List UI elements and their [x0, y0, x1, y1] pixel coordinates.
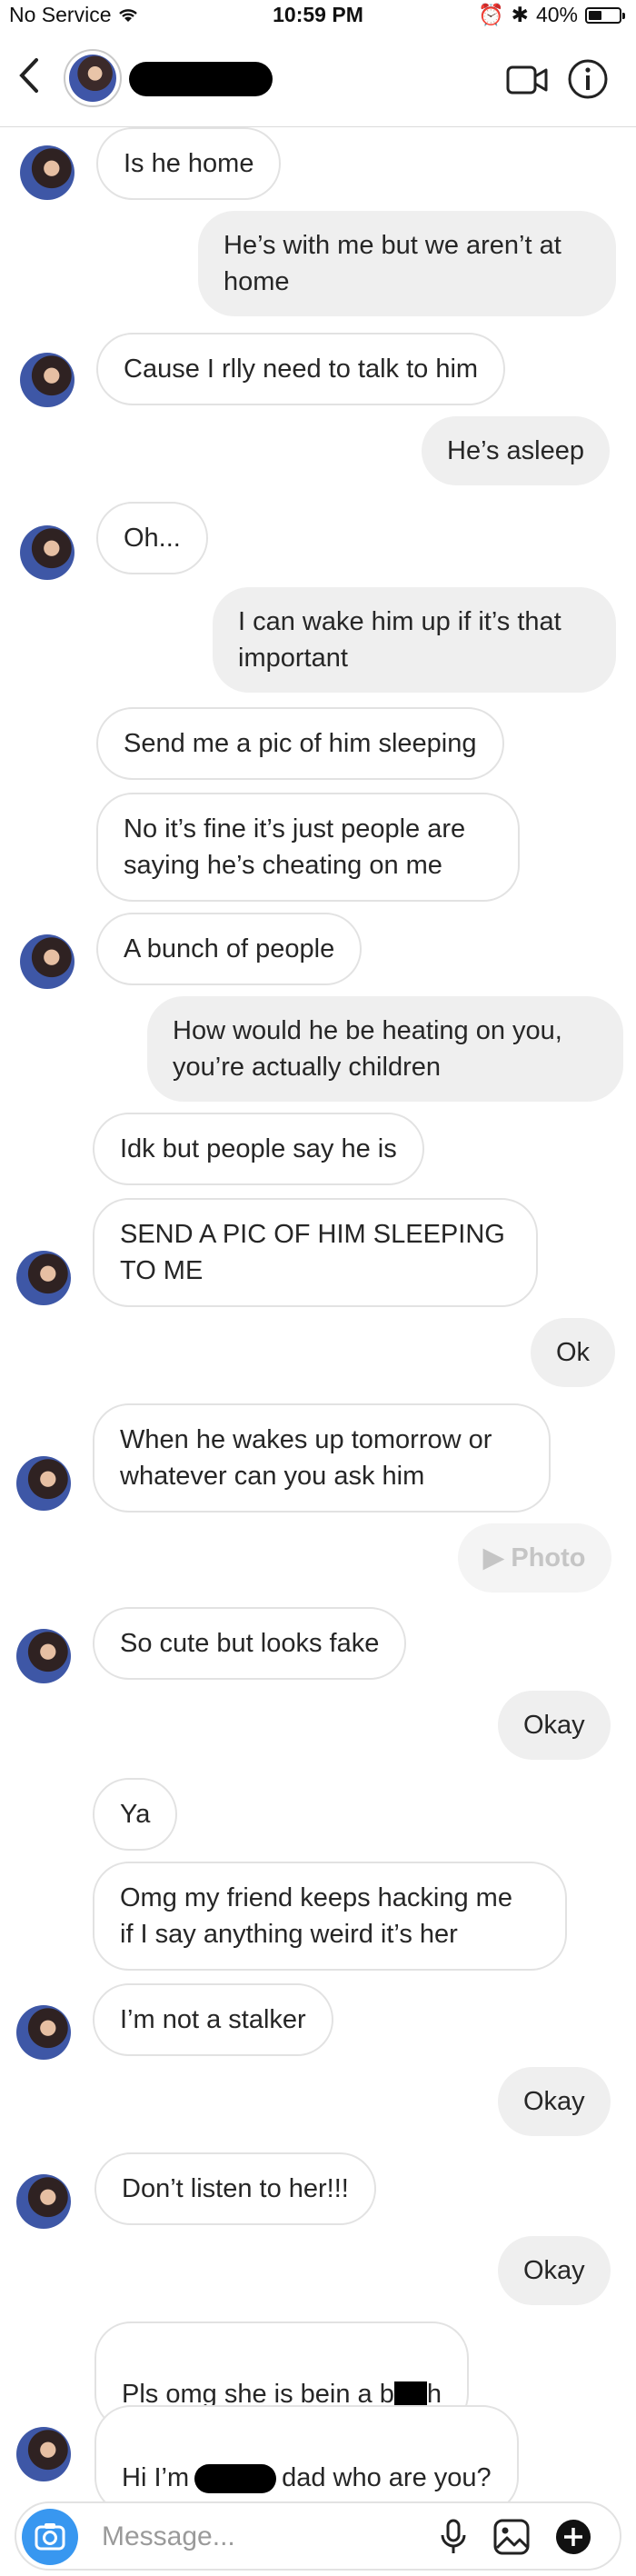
- message-bubble[interactable]: Okay: [498, 2067, 611, 2136]
- sender-avatar: [16, 1251, 71, 1305]
- message-bubble[interactable]: When he wakes up tomorrow or whatever ca…: [93, 1403, 551, 1513]
- alarm-icon: ⏰: [478, 3, 504, 26]
- sender-avatar: [16, 2174, 71, 2229]
- message-bubble[interactable]: No it’s fine it’s just people are saying…: [96, 793, 520, 902]
- sender-avatar: [16, 2427, 71, 2481]
- message-bubble[interactable]: How would he be heating on you, you’re a…: [147, 996, 623, 1102]
- bluetooth-icon: ✱: [511, 3, 529, 26]
- message-bubble[interactable]: I can wake him up if it’s that important: [213, 587, 616, 693]
- message-bubble[interactable]: Okay: [498, 2236, 611, 2305]
- sender-avatar: [20, 145, 75, 200]
- message-composer: Message...: [15, 2501, 621, 2571]
- message-bubble[interactable]: A bunch of people: [96, 913, 363, 985]
- camera-icon[interactable]: [22, 2509, 78, 2565]
- contact-avatar[interactable]: [64, 49, 122, 107]
- chevron-left-icon[interactable]: [16, 56, 40, 101]
- message-bubble[interactable]: Cause I rlly need to talk to him: [96, 333, 506, 405]
- redaction-mark: [194, 2464, 277, 2494]
- message-bubble[interactable]: So cute but looks fake: [93, 1607, 407, 1680]
- message-bubble[interactable]: Ok: [531, 1318, 616, 1387]
- message-bubble[interactable]: I’m not a stalker: [93, 1983, 333, 2056]
- message-bubble[interactable]: He’s asleep: [422, 416, 611, 485]
- gallery-icon[interactable]: [492, 2518, 531, 2556]
- message-bubble[interactable]: He’s with me but we aren’t at home: [198, 211, 616, 316]
- message-bubble[interactable]: Okay: [498, 1691, 611, 1760]
- message-bubble[interactable]: Ya: [93, 1778, 178, 1851]
- message-bubble[interactable]: Oh...: [96, 502, 208, 574]
- message-bubble[interactable]: Send me a pic of him sleeping: [96, 707, 504, 780]
- message-input[interactable]: Message...: [102, 2521, 235, 2552]
- message-text-part: dad who are you?: [282, 2463, 492, 2492]
- sender-avatar: [16, 1629, 71, 1683]
- sender-avatar: [20, 934, 75, 989]
- redacted-username: [129, 62, 273, 96]
- photo-message[interactable]: ▶ Photo: [458, 1523, 611, 1593]
- microphone-icon[interactable]: [434, 2518, 472, 2556]
- chat-header: [0, 31, 636, 127]
- sender-avatar: [16, 2005, 71, 2060]
- battery-percent: 40%: [535, 3, 578, 26]
- message-bubble[interactable]: SEND A PIC OF HIM SLEEPING TO ME: [93, 1198, 538, 1307]
- info-icon[interactable]: [567, 58, 609, 100]
- battery-icon: [585, 6, 625, 24]
- status-bar: No Service 10:59 PM ⏰ ✱ 40%: [0, 0, 636, 31]
- message-text-part: Hi I’m: [122, 2463, 190, 2492]
- sender-avatar: [20, 353, 75, 407]
- video-call-icon[interactable]: [506, 65, 548, 95]
- message-bubble[interactable]: Omg my friend keeps hacking me if I say …: [93, 1862, 567, 1971]
- plus-icon[interactable]: [554, 2518, 592, 2556]
- sender-avatar: [16, 1456, 71, 1511]
- message-bubble[interactable]: Idk but people say he is: [93, 1113, 424, 1185]
- message-bubble[interactable]: Is he home: [96, 127, 282, 200]
- message-bubble[interactable]: Don’t listen to her!!!: [94, 2152, 376, 2225]
- sender-avatar: [20, 525, 75, 580]
- message-bubble[interactable]: Hi I’m dad who are you?: [94, 2405, 519, 2514]
